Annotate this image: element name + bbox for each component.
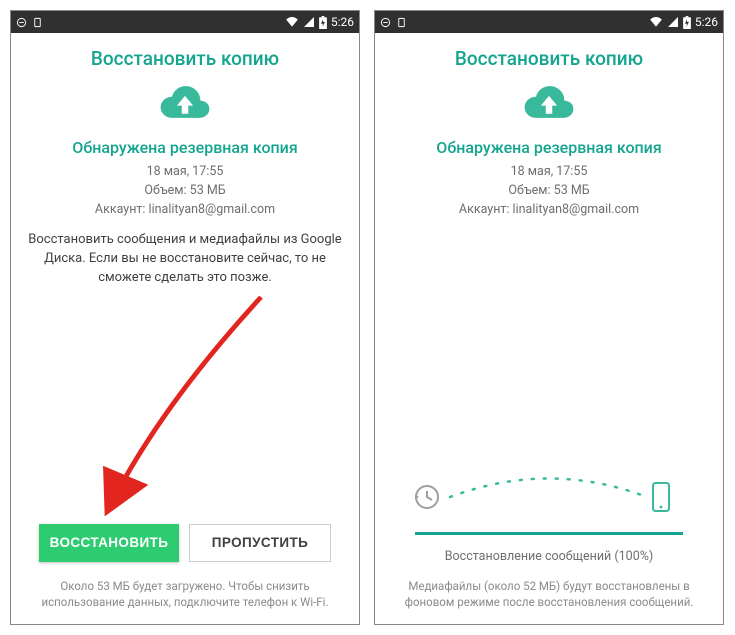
progress-bar-fill <box>415 532 683 535</box>
clock-text: 5:26 <box>331 15 354 29</box>
backup-found-heading: Обнаружена резервная копия <box>375 138 723 157</box>
annotation-arrow <box>11 288 359 524</box>
status-bar: 5:26 <box>11 11 359 33</box>
page-title: Восстановить копию <box>11 33 359 78</box>
media-restore-footnote: Медиафайлы (около 52 МБ) будут восстанов… <box>375 574 723 624</box>
cloud-upload-icon <box>159 109 211 128</box>
signal-icon <box>303 16 315 28</box>
backup-size: Объем: 53 МБ <box>11 182 359 201</box>
cloud-upload-icon <box>523 109 575 128</box>
phone-screen-before: 5:26 Восстановить копию Обнаружена резер… <box>10 10 360 625</box>
signal-icon <box>667 16 679 28</box>
backup-meta: 18 мая, 17:55 Объем: 53 МБ Аккаунт: lina… <box>11 163 359 219</box>
wifi-icon <box>285 16 299 28</box>
backup-datetime: 18 мая, 17:55 <box>11 163 359 182</box>
dev-icon <box>396 17 407 28</box>
backup-found-heading: Обнаружена резервная копия <box>11 138 359 157</box>
page-title: Восстановить копию <box>375 33 723 78</box>
backup-size: Объем: 53 МБ <box>375 182 723 201</box>
do-not-disturb-icon <box>380 17 391 28</box>
restore-button[interactable]: ВОССТАНОВИТЬ <box>39 524 179 562</box>
clock-text: 5:26 <box>695 15 718 29</box>
backup-meta: 18 мая, 17:55 Объем: 53 МБ Аккаунт: lina… <box>375 163 723 219</box>
do-not-disturb-icon <box>16 17 27 28</box>
backup-account: Аккаунт: linalityan8@gmail.com <box>11 201 359 220</box>
backup-account: Аккаунт: linalityan8@gmail.com <box>375 201 723 220</box>
progress-bar <box>375 532 723 535</box>
restore-description: Восстановить сообщения и медиафайлы из G… <box>11 219 359 288</box>
phone-screen-progress: 5:26 Восстановить копию Обнаружена резер… <box>374 10 724 625</box>
backup-datetime: 18 мая, 17:55 <box>375 163 723 182</box>
dev-icon <box>32 17 43 28</box>
battery-icon <box>683 16 691 29</box>
transfer-illustration <box>375 472 723 532</box>
progress-status-text: Восстановление сообщений (100%) <box>375 535 723 574</box>
skip-button[interactable]: ПРОПУСТИТЬ <box>189 524 331 562</box>
wifi-icon <box>649 16 663 28</box>
battery-icon <box>319 16 327 29</box>
status-bar: 5:26 <box>375 11 723 33</box>
data-usage-footnote: Около 53 МБ будет загружено. Чтобы снизи… <box>11 574 359 624</box>
